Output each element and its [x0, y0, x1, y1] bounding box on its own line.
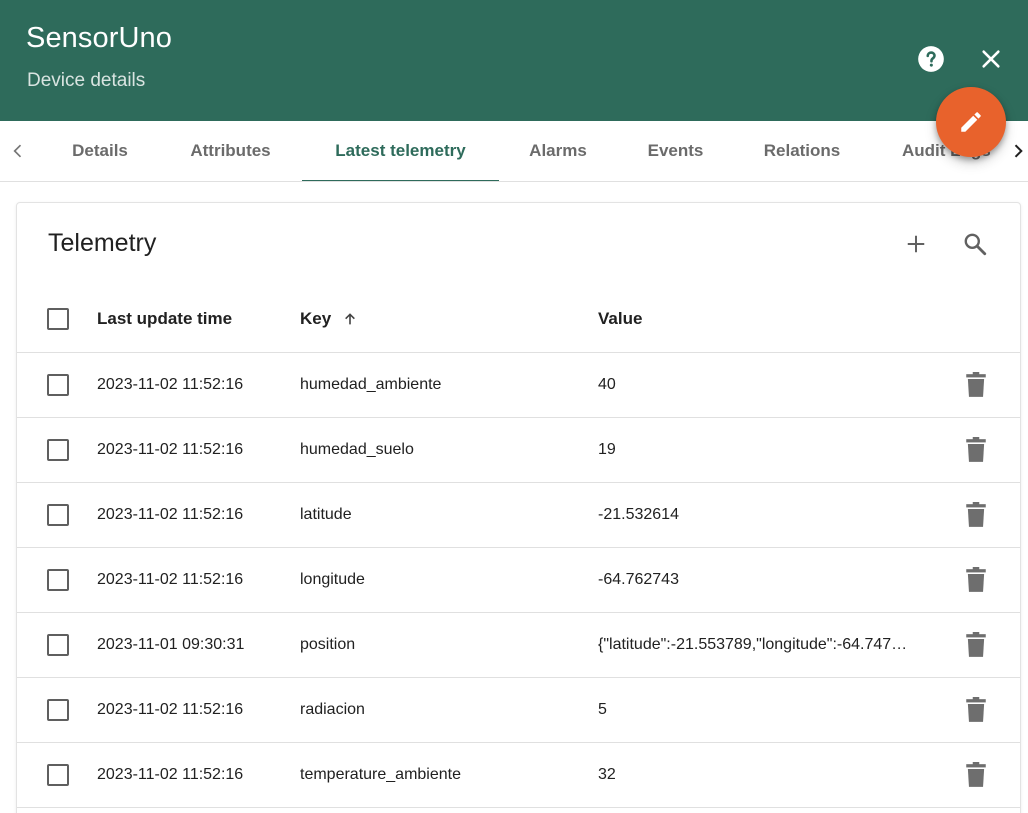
row-last-update-time: 2023-11-02 11:52:16 — [97, 376, 244, 393]
help-circle-icon — [918, 46, 944, 72]
row-last-update-time: 2023-11-02 11:52:16 — [97, 701, 244, 718]
select-all-checkbox[interactable] — [47, 308, 69, 330]
row-key: humedad_ambiente — [300, 376, 442, 393]
tab-latest-telemetry[interactable]: Latest telemetry — [302, 121, 499, 181]
row-checkbox[interactable] — [47, 504, 69, 526]
delete-row-button[interactable] — [962, 501, 990, 529]
table-row: 2023-11-02 11:52:16 radiacion 5 — [17, 678, 1020, 743]
device-details-subtitle: Device details — [27, 70, 146, 91]
row-last-update-time: 2023-11-02 11:52:16 — [97, 766, 244, 783]
edit-device-button[interactable] — [936, 87, 1006, 157]
table-header-row: Last update time Key Value — [17, 286, 1020, 353]
row-checkbox[interactable] — [47, 569, 69, 591]
table-row: 2023-11-01 09:30:31 position {"latitude"… — [17, 613, 1020, 678]
row-key: longitude — [300, 571, 365, 588]
column-header-key[interactable]: Key — [300, 309, 358, 329]
tabs-scroll-right-button[interactable] — [1006, 139, 1028, 163]
tab-attributes[interactable]: Attributes — [170, 121, 291, 181]
delete-row-button[interactable] — [962, 761, 990, 789]
row-last-update-time: 2023-11-01 09:30:31 — [97, 636, 245, 653]
row-key: humedad_suelo — [300, 441, 414, 458]
row-key: position — [300, 636, 356, 653]
delete-row-button[interactable] — [962, 631, 990, 659]
row-checkbox[interactable] — [47, 634, 69, 656]
row-key: temperature_ambiente — [300, 766, 461, 783]
row-last-update-time: 2023-11-02 11:52:16 — [97, 441, 244, 458]
plus-icon — [907, 235, 925, 253]
device-tabs: Details Attributes Latest telemetry Alar… — [0, 121, 1028, 182]
device-name-title: SensorUno — [26, 22, 172, 54]
trash-icon — [966, 697, 986, 722]
row-value: 19 — [598, 441, 616, 458]
delete-row-button[interactable] — [962, 566, 990, 594]
tab-events[interactable]: Events — [627, 121, 724, 181]
row-checkbox[interactable] — [47, 439, 69, 461]
trash-icon — [966, 632, 986, 657]
tab-alarms[interactable]: Alarms — [509, 121, 607, 181]
search-icon — [964, 233, 987, 256]
column-header-key-label: Key — [300, 309, 332, 328]
trash-icon — [966, 437, 986, 462]
trash-icon — [966, 372, 986, 397]
pencil-icon — [961, 112, 981, 132]
row-value: 5 — [598, 701, 607, 718]
table-row: 2023-11-02 11:52:16 latitude -21.532614 — [17, 483, 1020, 548]
delete-row-button[interactable] — [962, 696, 990, 724]
close-button[interactable] — [971, 39, 1011, 79]
row-checkbox[interactable] — [47, 374, 69, 396]
row-value: -64.762743 — [598, 571, 679, 588]
delete-row-button[interactable] — [962, 436, 990, 464]
table-row: 2023-11-02 11:52:16 longitude -64.762743 — [17, 548, 1020, 613]
delete-row-button[interactable] — [962, 371, 990, 399]
row-value: 40 — [598, 376, 616, 393]
column-header-value[interactable]: Value — [598, 309, 642, 329]
trash-icon — [966, 502, 986, 527]
table-row: 2023-11-02 11:52:16 humedad_suelo 19 — [17, 418, 1020, 483]
telemetry-card: Telemetry Last update time Key Value 202… — [16, 202, 1021, 813]
row-checkbox[interactable] — [47, 764, 69, 786]
row-value: 32 — [598, 766, 616, 783]
row-key: latitude — [300, 506, 352, 523]
tab-relations[interactable]: Relations — [743, 121, 861, 181]
row-value: {"latitude":-21.553789,"longitude":-64.7… — [598, 636, 908, 653]
chevron-left-icon — [13, 144, 22, 158]
sort-ascending-icon — [345, 312, 355, 324]
close-icon — [982, 50, 1000, 68]
table-row: 2023-11-02 11:52:16 temperature_ambiente… — [17, 743, 1020, 808]
chevron-right-icon — [1014, 144, 1023, 158]
search-telemetry-button[interactable] — [960, 229, 990, 259]
telemetry-title: Telemetry — [48, 229, 157, 257]
table-row: 2023-11-02 11:52:16 humedad_ambiente 40 — [17, 353, 1020, 418]
column-header-last-update-time[interactable]: Last update time — [97, 309, 232, 329]
device-details-header: SensorUno Device details — [0, 0, 1028, 121]
row-last-update-time: 2023-11-02 11:52:16 — [97, 506, 244, 523]
trash-icon — [966, 762, 986, 787]
add-telemetry-button[interactable] — [901, 229, 931, 259]
tabs-scroll-left-button[interactable] — [6, 139, 30, 163]
row-value: -21.532614 — [598, 506, 679, 523]
help-button[interactable] — [911, 39, 951, 79]
trash-icon — [966, 567, 986, 592]
row-checkbox[interactable] — [47, 699, 69, 721]
row-last-update-time: 2023-11-02 11:52:16 — [97, 571, 244, 588]
row-key: radiacion — [300, 701, 365, 718]
tab-details[interactable]: Details — [52, 121, 148, 181]
